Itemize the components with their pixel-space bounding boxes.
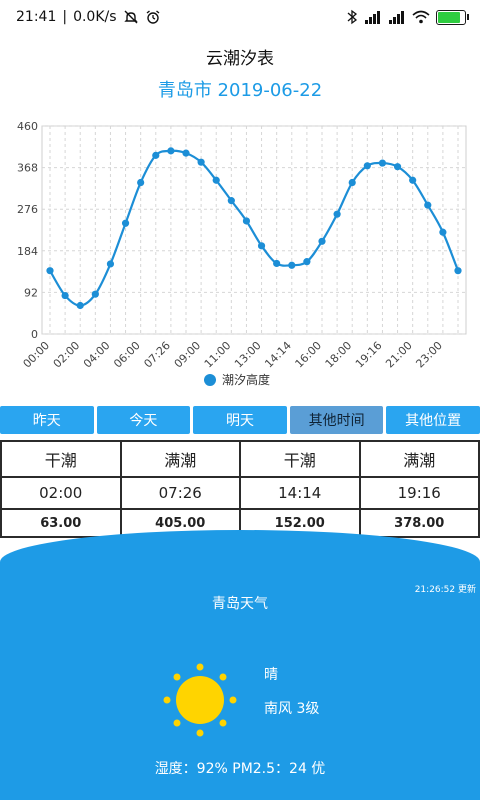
wifi-icon — [412, 10, 430, 24]
other-location-button[interactable]: 其他位置 — [386, 406, 480, 434]
legend-label: 潮汐高度 — [222, 372, 270, 387]
location-date-title: 青岛市 2019-06-22 — [157, 80, 323, 101]
tide-time-row: 02:00 07:26 14:14 19:16 — [0, 476, 480, 510]
legend-marker — [204, 374, 216, 386]
chart-frame — [41, 125, 467, 335]
status-right — [346, 9, 469, 25]
status-divider: | — [62, 9, 68, 25]
status-bar: 21:41 | 0.0K/s — [0, 0, 480, 34]
data-point — [333, 210, 341, 218]
data-point — [121, 219, 130, 227]
yesterday-button[interactable]: 昨天 — [0, 406, 94, 434]
data-point — [242, 217, 251, 225]
x-tick-label: 21:00 — [383, 339, 415, 371]
signal-icon — [364, 10, 382, 24]
alarm-icon — [145, 9, 161, 25]
data-point — [273, 259, 281, 268]
x-tick-label: 23:00 — [413, 339, 445, 371]
data-point — [167, 147, 175, 155]
x-tick-label: 13:00 — [232, 339, 264, 371]
data-point — [212, 176, 220, 184]
y-tick-label: 0 — [31, 328, 38, 341]
tomorrow-button[interactable]: 明天 — [193, 406, 287, 434]
wind-info: 南风 3级 — [264, 701, 320, 717]
data-point — [378, 159, 387, 167]
x-tick-label: 09:00 — [172, 339, 204, 371]
bluetooth-icon — [346, 9, 358, 25]
tide-table: 干潮 满潮 干潮 满潮 02:00 07:26 14:14 19:16 63.0… — [0, 440, 480, 538]
y-tick-label: 368 — [17, 162, 38, 175]
tide-time-cell: 14:14 — [239, 476, 361, 510]
tide-header-cell: 干潮 — [239, 440, 361, 478]
data-point — [348, 178, 356, 187]
data-point — [137, 178, 145, 187]
series-line-tide-height — [49, 149, 460, 307]
x-tick-label: 11:00 — [202, 339, 234, 371]
mute-icon — [123, 9, 139, 25]
data-point — [439, 228, 447, 236]
tide-table-header-row: 干潮 满潮 干潮 满潮 — [0, 440, 480, 478]
tide-time-cell: 19:16 — [358, 476, 480, 510]
y-tick-label: 92 — [24, 286, 38, 299]
x-tick-label: 04:00 — [81, 339, 113, 371]
x-tick-label: 19:16 — [353, 339, 385, 371]
day-selector: 昨天 今天 明天 其他时间 其他位置 — [0, 406, 480, 434]
x-tick-label: 16:00 — [293, 339, 325, 371]
today-button[interactable]: 今天 — [96, 406, 191, 434]
y-tick-label: 276 — [17, 203, 38, 216]
tide-chart-svg: 0 92 184 276 368 460 00:0002:0004:0006:0007:2… — [17, 120, 467, 387]
status-speed: 0.0K/s — [73, 9, 117, 25]
data-point — [106, 260, 115, 268]
data-point — [409, 176, 417, 184]
weather-title: 青岛天气 — [212, 596, 268, 612]
data-point — [227, 197, 235, 205]
data-point — [424, 201, 432, 209]
data-point — [76, 301, 84, 310]
status-left: 21:41 | 0.0K/s — [16, 9, 161, 25]
x-tick-label: 02:00 — [51, 339, 83, 371]
x-tick-label: 06:00 — [111, 339, 143, 371]
x-tick-label: 00:00 — [21, 339, 53, 371]
data-point — [318, 237, 326, 245]
weather-condition: 晴 — [264, 667, 278, 683]
tide-height-cell: 63.00 — [0, 508, 122, 538]
sun-icon — [160, 660, 240, 740]
data-point — [288, 261, 296, 269]
tide-header-cell: 满潮 — [358, 440, 480, 478]
tide-time-cell: 07:26 — [119, 476, 241, 510]
app-title: 云潮汐表 — [206, 49, 274, 69]
x-tick-label: 07:26 — [141, 339, 173, 371]
data-point — [363, 162, 371, 170]
other-time-button[interactable]: 其他时间 — [289, 406, 384, 434]
tide-chart: 0 92 184 276 368 460 00:00 02:00 04:00 06:00 07:2… — [0, 110, 480, 400]
data-point — [46, 267, 54, 275]
tide-time-cell: 02:00 — [0, 476, 122, 510]
data-point — [197, 158, 205, 166]
data-point — [393, 163, 402, 171]
data-point — [454, 267, 462, 275]
weather-panel: 21:26:52 更新 青岛天气 晴 南风 3级 湿度：92% PM2.5：24… — [0, 530, 480, 800]
data-point — [61, 291, 69, 300]
battery-icon — [436, 9, 469, 25]
data-point — [152, 151, 160, 159]
data-point — [303, 258, 311, 266]
y-tick-label: 460 — [17, 120, 38, 133]
tide-header-cell: 干潮 — [0, 440, 122, 478]
data-point — [182, 149, 190, 157]
y-tick-label: 184 — [17, 245, 38, 258]
data-point — [257, 242, 266, 250]
status-time: 21:41 — [16, 9, 57, 25]
x-tick-label: 18:00 — [323, 339, 355, 371]
tide-header-cell: 满潮 — [119, 440, 241, 478]
x-tick-label: 14:14 — [262, 339, 294, 371]
signal-icon-2 — [388, 10, 406, 24]
humidity-pm-info: 湿度：92% PM2.5：24 优 — [154, 761, 326, 777]
tide-height-cell: 378.00 — [358, 508, 480, 538]
data-point — [91, 290, 99, 298]
